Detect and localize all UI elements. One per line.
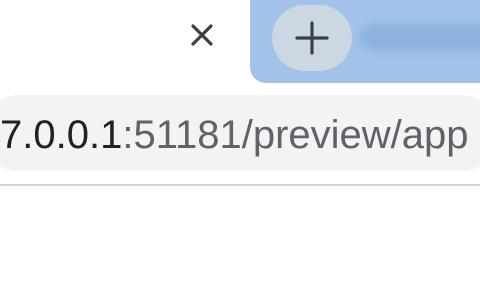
- tab-strip: [0, 0, 480, 83]
- url-path: :51181/preview/app: [122, 113, 469, 157]
- toolbar: 7.0.0.1:51181/preview/app: [0, 83, 480, 185]
- browser-window: 7.0.0.1:51181/preview/app: [0, 0, 480, 300]
- close-tab-button[interactable]: [180, 15, 224, 55]
- plus-icon: [295, 21, 329, 55]
- url-text[interactable]: 7.0.0.1:51181/preview/app: [0, 115, 469, 155]
- url-host: 7.0.0.1: [0, 113, 123, 157]
- address-bar[interactable]: 7.0.0.1:51181/preview/app: [0, 95, 480, 171]
- close-icon: [191, 24, 213, 46]
- active-tab[interactable]: [0, 0, 250, 83]
- page-content: [0, 186, 480, 300]
- inactive-tab-title-blurred: [360, 24, 480, 50]
- new-tab-button[interactable]: [272, 5, 352, 71]
